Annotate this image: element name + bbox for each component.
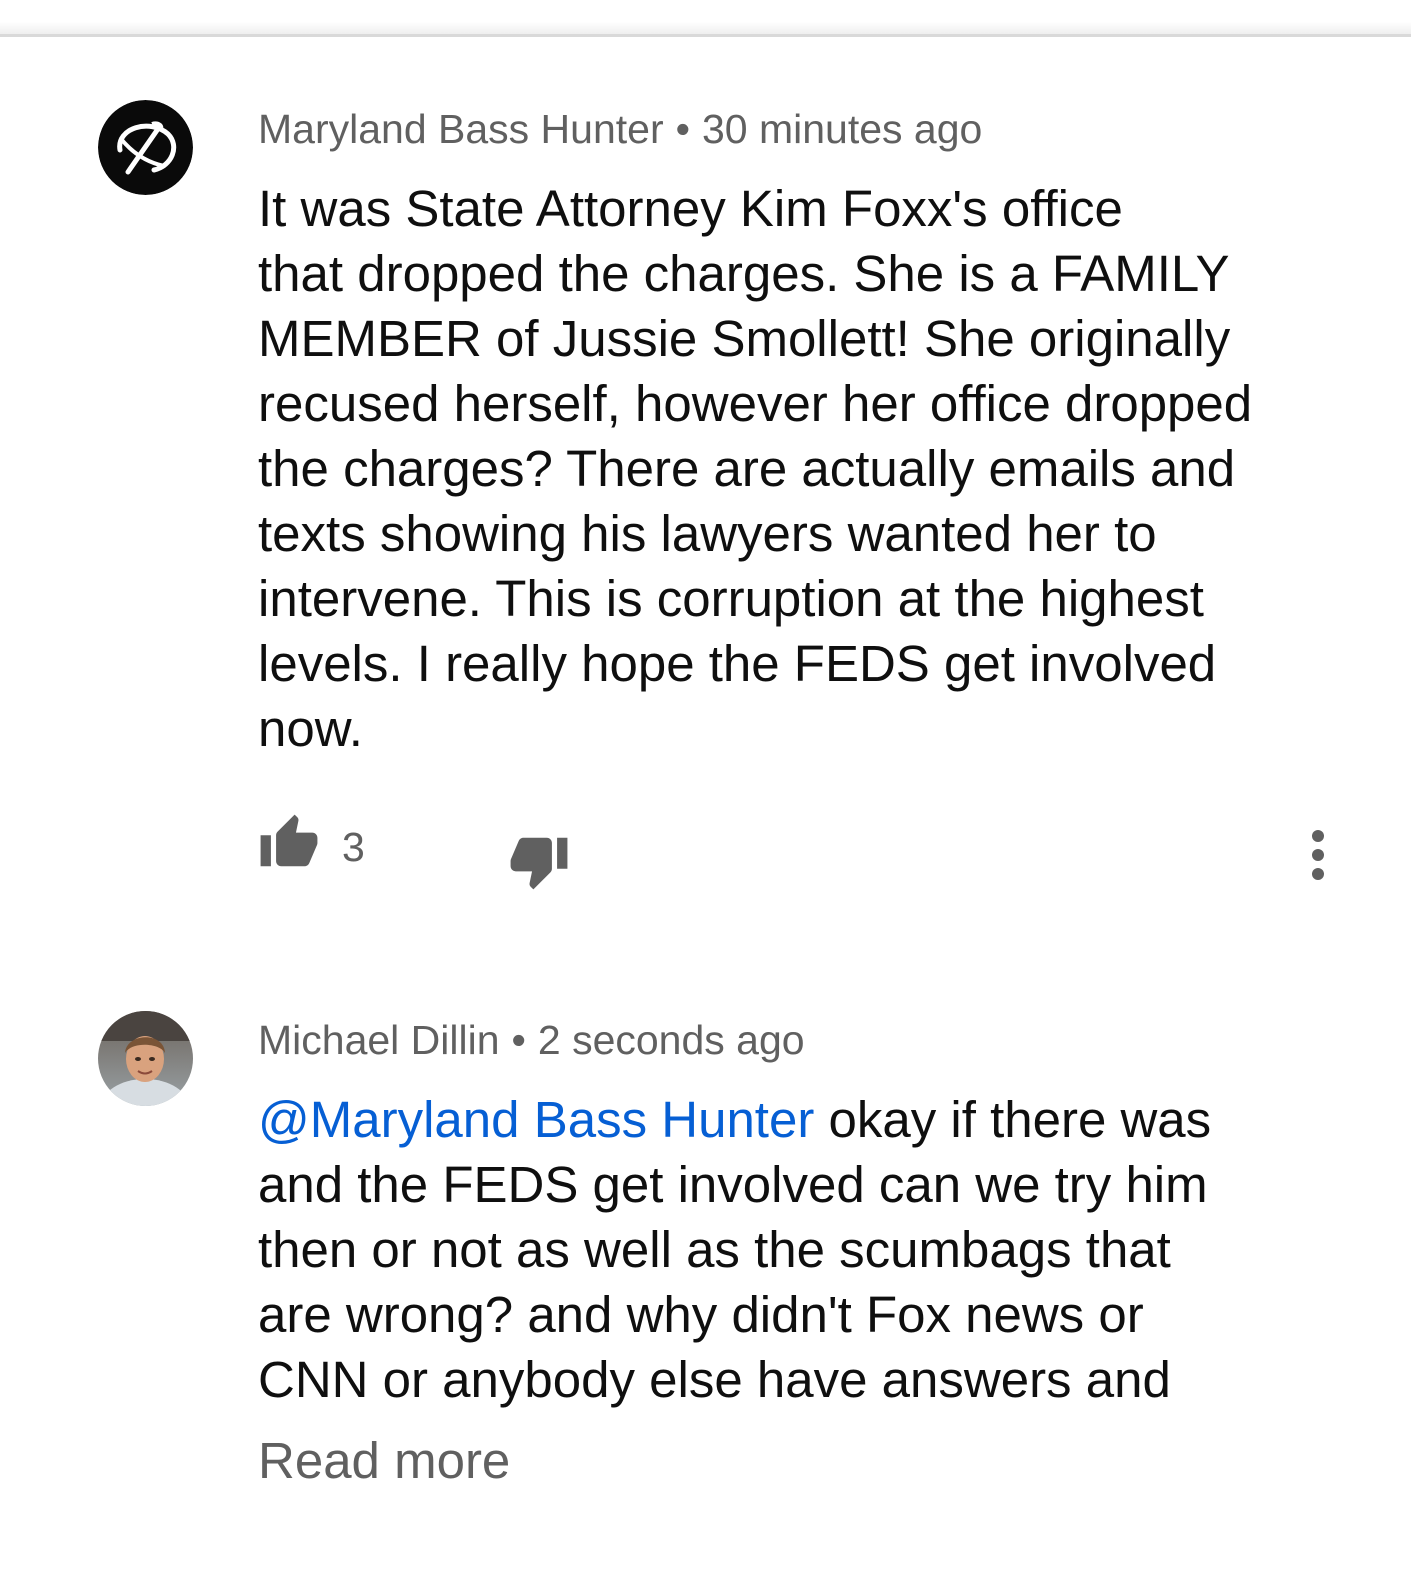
author-name[interactable]: Michael Dillin [258,1017,500,1063]
dislike-button[interactable] [508,830,570,892]
meta-separator: • [675,106,690,152]
avatar[interactable] [98,1011,193,1106]
black-circle-logo-avatar-icon [98,100,193,195]
top-divider [0,34,1411,37]
profile-photo-avatar-icon [98,1011,193,1106]
comment-meta: Michael Dillin • 2 seconds ago [258,1014,805,1066]
comment-time[interactable]: 30 minutes ago [702,106,982,152]
meta-separator: • [511,1017,526,1063]
thumbs-down-icon [510,837,568,890]
mention-link[interactable]: @Maryland Bass Hunter [258,1091,814,1148]
comment-actions: 3 [258,812,1358,892]
avatar[interactable] [98,100,193,195]
comment-meta: Maryland Bass Hunter • 30 minutes ago [258,103,982,155]
read-more-link[interactable]: Read more [258,1430,510,1492]
top-bar [0,0,1411,36]
thumbs-up-icon [260,814,318,867]
comment-time[interactable]: 2 seconds ago [538,1017,805,1063]
comment-text: @Maryland Bass Hunter okay if there was … [258,1087,1368,1412]
more-vertical-icon [1312,830,1324,880]
comment-text: It was State Attorney Kim Foxx's office … [258,180,1253,757]
like-count: 3 [342,824,365,870]
author-name[interactable]: Maryland Bass Hunter [258,106,664,152]
more-options-button[interactable] [1298,828,1338,888]
like-button[interactable] [258,812,320,874]
